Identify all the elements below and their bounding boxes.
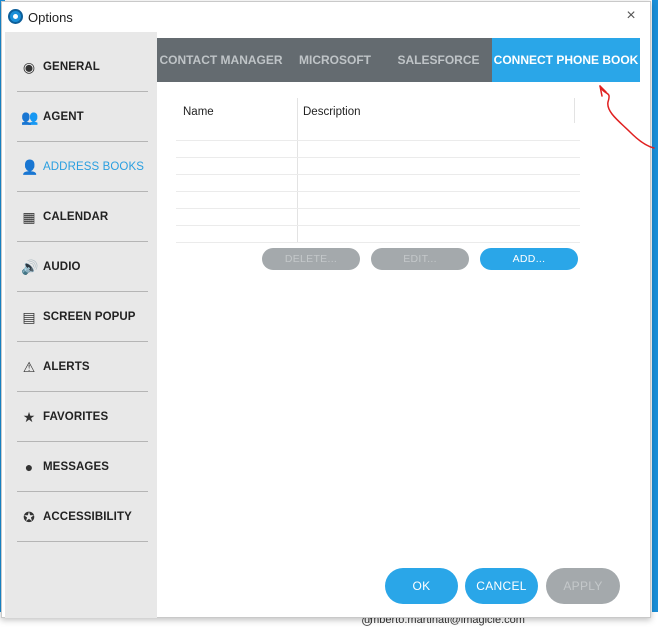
options-dialog: Options × ◉ GENERAL 👥 AGENT 👤 ADDRESS BO… [1,1,651,618]
table-row[interactable] [176,140,580,141]
table-row[interactable] [176,157,580,158]
sidebar-item-agent[interactable]: 👥 AGENT [17,92,148,142]
column-header-name: Name [183,106,214,118]
sidebar-item-label: AGENT [43,111,84,123]
table-row[interactable] [176,208,580,209]
messages-icon: ● [24,459,34,475]
sidebar-item-label: ALERTS [43,361,90,373]
column-header-description: Description [303,106,361,118]
table-row[interactable] [176,191,580,192]
sidebar: ◉ GENERAL 👥 AGENT 👤 ADDRESS BOOKS ▦ CALE… [5,32,157,618]
delete-button[interactable]: DELETE... [262,248,360,270]
sidebar-item-label: AUDIO [43,261,81,273]
app-logo-icon [8,9,23,24]
column-divider [297,98,298,243]
tab-microsoft[interactable]: MICROSOFT [285,38,385,82]
apply-button[interactable]: APPLY [546,568,620,604]
general-icon: ◉ [22,59,36,75]
window-title: Options [28,10,73,25]
sidebar-item-general[interactable]: ◉ GENERAL [17,42,148,92]
edit-button[interactable]: EDIT... [371,248,469,270]
sidebar-item-label: MESSAGES [43,461,109,473]
sidebar-item-alerts[interactable]: ⚠ ALERTS [17,342,148,392]
title-bar: Options × [2,2,650,32]
calendar-icon: ▦ [22,209,36,225]
accessibility-icon: ✪ [23,509,35,525]
sidebar-item-label: CALENDAR [43,211,109,223]
ok-button[interactable]: OK [385,568,458,604]
audio-icon: 🔊 [21,259,39,275]
sidebar-item-audio[interactable]: 🔊 AUDIO [17,242,148,292]
sidebar-item-screen-popup[interactable]: ▤ SCREEN POPUP [17,292,148,342]
tab-contact-manager[interactable]: CONTACT MANAGER [157,38,285,82]
provider-tabs: CONTACT MANAGER MICROSOFT SALESFORCE CON… [157,38,640,82]
cancel-button[interactable]: CANCEL [465,568,538,604]
sidebar-item-address-books[interactable]: 👤 ADDRESS BOOKS [17,142,148,192]
table-row[interactable] [176,242,580,243]
add-button[interactable]: ADD... [480,248,578,270]
tab-salesforce[interactable]: SALESFORCE [385,38,492,82]
table-row[interactable] [176,174,580,175]
sidebar-item-label: ACCESSIBILITY [43,511,132,523]
sidebar-item-label: FAVORITES [43,411,109,423]
sidebar-item-accessibility[interactable]: ✪ ACCESSIBILITY [17,492,148,542]
address-book-table: Name Description [176,98,580,243]
screen-popup-icon: ▤ [22,309,36,325]
address-books-icon: 👤 [21,159,39,175]
favorites-icon: ★ [22,409,36,425]
sidebar-item-favorites[interactable]: ★ FAVORITES [17,392,148,442]
sidebar-item-label: ADDRESS BOOKS [43,161,144,173]
sidebar-item-label: GENERAL [43,61,100,73]
column-divider [574,98,575,123]
table-row[interactable] [176,225,580,226]
sidebar-item-label: SCREEN POPUP [43,311,136,323]
sidebar-item-messages[interactable]: ● MESSAGES [17,442,148,492]
sidebar-item-calendar[interactable]: ▦ CALENDAR [17,192,148,242]
background-window-edge-right [652,0,658,627]
agent-icon: 👥 [21,109,39,125]
close-button[interactable]: × [622,7,640,25]
tab-connect-phone-book[interactable]: CONNECT PHONE BOOK [492,38,640,82]
alerts-icon: ⚠ [22,359,36,375]
